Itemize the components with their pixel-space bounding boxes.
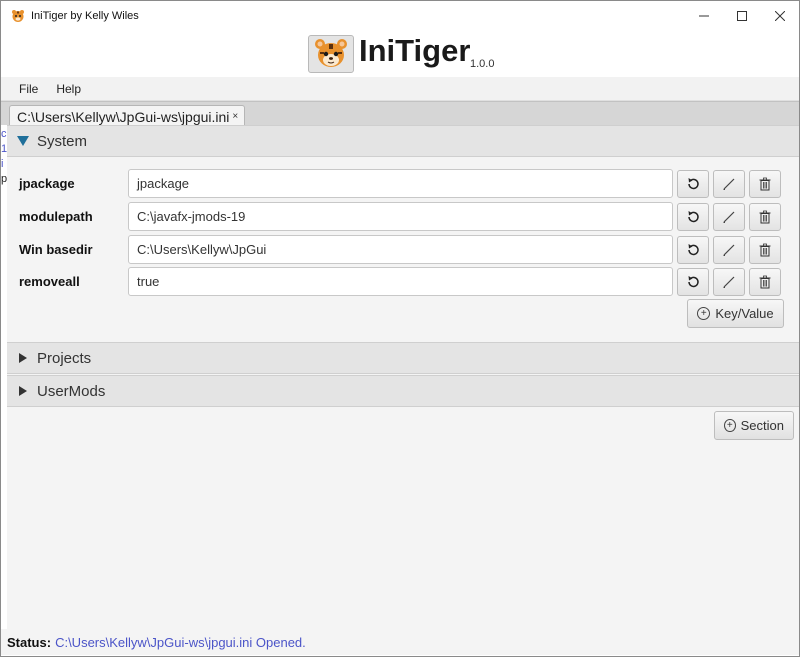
section-label-projects: Projects — [37, 349, 92, 367]
menu-bar: File Help — [1, 77, 799, 101]
undo-icon — [688, 276, 699, 288]
kv-row: modulepath C:\javafx-jmods-19 — [7, 202, 799, 232]
kv-row: Win basedir C:\Users\Kellyw\JpGui — [7, 235, 799, 265]
tiger-app-icon — [12, 10, 24, 22]
trash-icon — [759, 177, 771, 191]
kv-key: Win basedir — [19, 242, 93, 257]
pencil-icon — [723, 178, 735, 190]
collapsed-arrow-icon — [17, 386, 29, 396]
pencil-icon — [723, 211, 735, 223]
app-window: IniTiger by Kelly Wiles IniTiger 1.0.0 F… — [0, 0, 800, 657]
kv-key: modulepath — [19, 209, 93, 224]
kv-value-input[interactable]: jpackage — [128, 169, 673, 198]
add-key-value-label: Key/Value — [715, 306, 774, 321]
delete-button[interactable] — [749, 268, 781, 296]
edit-button[interactable] — [713, 170, 745, 198]
add-circle-icon: + — [697, 307, 711, 320]
add-key-value-button[interactable]: + Key/Value — [687, 299, 784, 328]
reset-button[interactable] — [677, 268, 709, 296]
status-label: Status: — [7, 634, 52, 650]
app-header: IniTiger 1.0.0 — [1, 31, 799, 77]
add-circle-icon: + — [724, 419, 736, 432]
ini-content-pane: System jpackage jpackage modulepath C:\j… — [7, 125, 799, 629]
maximize-button[interactable] — [723, 1, 761, 31]
section-header-projects[interactable]: Projects — [7, 342, 799, 374]
tab-jpgui-ini[interactable]: C:\Users\Kellyw\JpGui-ws\jpgui.ini × — [9, 105, 246, 127]
collapsed-arrow-icon — [17, 353, 29, 363]
edit-button[interactable] — [713, 236, 745, 264]
add-section-button[interactable]: + Section — [714, 411, 794, 440]
section-header-usermods[interactable]: UserMods — [7, 375, 799, 407]
edit-button[interactable] — [713, 203, 745, 231]
delete-button[interactable] — [749, 203, 781, 231]
window-controls — [685, 1, 799, 31]
maximize-icon — [737, 11, 747, 21]
menu-help[interactable]: Help — [47, 82, 90, 96]
tiger-logo-icon — [315, 39, 347, 67]
kv-value-input[interactable]: C:\Users\Kellyw\JpGui — [128, 235, 673, 264]
app-version: 1.0.0 — [470, 58, 495, 70]
section-header-system[interactable]: System — [7, 125, 799, 157]
reset-button[interactable] — [677, 170, 709, 198]
undo-icon — [688, 178, 699, 190]
kv-value-input[interactable]: C:\javafx-jmods-19 — [128, 202, 673, 231]
title-bar: IniTiger by Kelly Wiles — [1, 1, 799, 31]
section-label-system: System — [37, 132, 88, 150]
delete-button[interactable] — [749, 236, 781, 264]
window-title: IniTiger by Kelly Wiles — [31, 10, 139, 22]
kv-row: removeall true — [7, 267, 799, 297]
minimize-icon — [699, 15, 709, 17]
status-bar: Status: C:\Users\Kellyw\JpGui-ws\jpgui.i… — [1, 629, 799, 655]
menu-file[interactable]: File — [1, 82, 47, 96]
kv-value-input[interactable]: true — [128, 267, 673, 296]
undo-icon — [688, 244, 699, 256]
add-section-label: Section — [740, 418, 784, 433]
logo-button[interactable] — [308, 35, 354, 73]
delete-button[interactable] — [749, 170, 781, 198]
edit-button[interactable] — [713, 268, 745, 296]
kv-key: jpackage — [19, 176, 75, 191]
trash-icon — [759, 243, 771, 257]
tab-bar: C:\Users\Kellyw\JpGui-ws\jpgui.ini × — [1, 101, 799, 127]
pencil-icon — [723, 276, 735, 288]
reset-button[interactable] — [677, 203, 709, 231]
tab-label: C:\Users\Kellyw\JpGui-ws\jpgui.ini — [17, 108, 230, 125]
status-message: C:\Users\Kellyw\JpGui-ws\jpgui.ini Opene… — [55, 634, 306, 650]
trash-icon — [759, 275, 771, 289]
reset-button[interactable] — [677, 236, 709, 264]
expanded-arrow-icon — [17, 136, 29, 146]
close-icon — [775, 11, 785, 21]
undo-icon — [688, 211, 699, 223]
kv-row: jpackage jpackage — [7, 169, 799, 199]
kv-key: removeall — [19, 274, 80, 289]
trash-icon — [759, 210, 771, 224]
tab-close-icon[interactable]: × — [232, 111, 238, 122]
pencil-icon — [723, 244, 735, 256]
close-window-button[interactable] — [761, 1, 799, 31]
section-body-system: jpackage jpackage modulepath C:\javafx-j… — [7, 157, 799, 342]
section-label-usermods: UserMods — [37, 382, 106, 400]
minimize-button[interactable] — [685, 1, 723, 31]
app-name: IniTiger — [359, 33, 471, 68]
